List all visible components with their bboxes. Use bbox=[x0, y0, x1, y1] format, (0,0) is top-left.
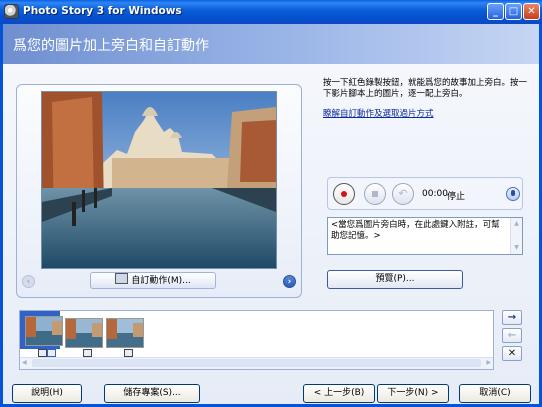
notes-textarea[interactable]: <當您爲圖片旁白時，在此處鍵入附註，可幫助您記憶。> ▲ ▼ bbox=[327, 217, 523, 255]
next-button[interactable]: 下一步(N) > bbox=[377, 384, 449, 403]
record-status: 停止 bbox=[447, 192, 466, 202]
instructions-text: 按一下紅色錄製按鈕，就能爲您的故事加上旁白。按一下影片腳本上的圖片，逐一配上旁白… bbox=[323, 78, 528, 99]
wizard-body: ‹ 自訂動作(M)... › 按一下紅色錄製按鈕，就能爲您的故事加上旁白。按一下… bbox=[3, 64, 539, 404]
next-picture-button[interactable]: › bbox=[283, 275, 296, 288]
thumb-motion-icon[interactable] bbox=[38, 349, 47, 357]
thumb-motion-icon[interactable] bbox=[83, 349, 92, 357]
help-button[interactable]: 說明(H) bbox=[12, 384, 82, 403]
record-time: 00:00 bbox=[422, 189, 448, 199]
remove-picture-button[interactable]: ✕ bbox=[502, 346, 522, 361]
wizard-header: 爲您的圖片加上旁白和自訂動作 bbox=[3, 24, 539, 64]
film-icon bbox=[115, 273, 129, 284]
title-bar: Photo Story 3 for Windows _ □ ✕ bbox=[0, 0, 542, 24]
customize-motion-label: 自訂動作(M)... bbox=[131, 276, 191, 286]
previous-picture-button[interactable]: ‹ bbox=[22, 275, 35, 288]
photo-preview-panel: ‹ 自訂動作(M)... › bbox=[16, 84, 302, 298]
microphone-icon[interactable] bbox=[506, 187, 520, 201]
window-title: Photo Story 3 for Windows bbox=[23, 5, 182, 17]
narration-recorder: ↶ 00:00 停止 bbox=[327, 177, 523, 210]
cancel-button[interactable]: 取消(C) bbox=[459, 384, 531, 403]
scroll-left-icon[interactable]: ◀ bbox=[22, 358, 27, 368]
notes-scrollbar[interactable]: ▲ ▼ bbox=[510, 218, 522, 254]
maximize-button[interactable]: □ bbox=[505, 3, 522, 20]
filmstrip-thumb[interactable] bbox=[106, 318, 144, 348]
app-window: Photo Story 3 for Windows _ □ ✕ 爲您的圖片加上旁… bbox=[0, 0, 542, 407]
stop-button[interactable] bbox=[364, 183, 386, 205]
filmstrip: ◀ ▶ bbox=[19, 310, 494, 370]
photo-preview-image bbox=[41, 91, 277, 269]
move-left-button[interactable]: ← bbox=[502, 328, 522, 343]
app-icon bbox=[4, 4, 19, 19]
save-project-button[interactable]: 儲存專案(S)... bbox=[104, 384, 200, 403]
learn-more-link[interactable]: 瞭解自訂動作及選取過片方式 bbox=[323, 107, 434, 119]
filmstrip-scrollbar[interactable]: ◀ ▶ bbox=[20, 357, 493, 369]
filmstrip-thumb[interactable] bbox=[65, 318, 103, 348]
thumb-motion-icon[interactable] bbox=[124, 349, 133, 357]
move-right-button[interactable]: → bbox=[502, 310, 522, 325]
record-button[interactable] bbox=[333, 183, 355, 205]
scroll-right-icon[interactable]: ▶ bbox=[486, 358, 491, 368]
minimize-button[interactable]: _ bbox=[487, 3, 504, 20]
preview-button[interactable]: 預覽(P)... bbox=[327, 270, 463, 289]
undo-icon[interactable]: ↶ bbox=[392, 183, 414, 205]
notes-text: <當您爲圖片旁白時，在此處鍵入附註，可幫助您記憶。> bbox=[331, 220, 500, 241]
customize-motion-button[interactable]: 自訂動作(M)... bbox=[90, 272, 216, 289]
close-button[interactable]: ✕ bbox=[523, 3, 540, 20]
back-button[interactable]: < 上一步(B) bbox=[303, 384, 375, 403]
scrollbar-thumb[interactable] bbox=[32, 359, 481, 367]
page-title: 爲您的圖片加上旁白和自訂動作 bbox=[13, 38, 209, 54]
thumb-narration-icon[interactable] bbox=[47, 349, 56, 357]
filmstrip-thumb[interactable] bbox=[25, 316, 63, 346]
